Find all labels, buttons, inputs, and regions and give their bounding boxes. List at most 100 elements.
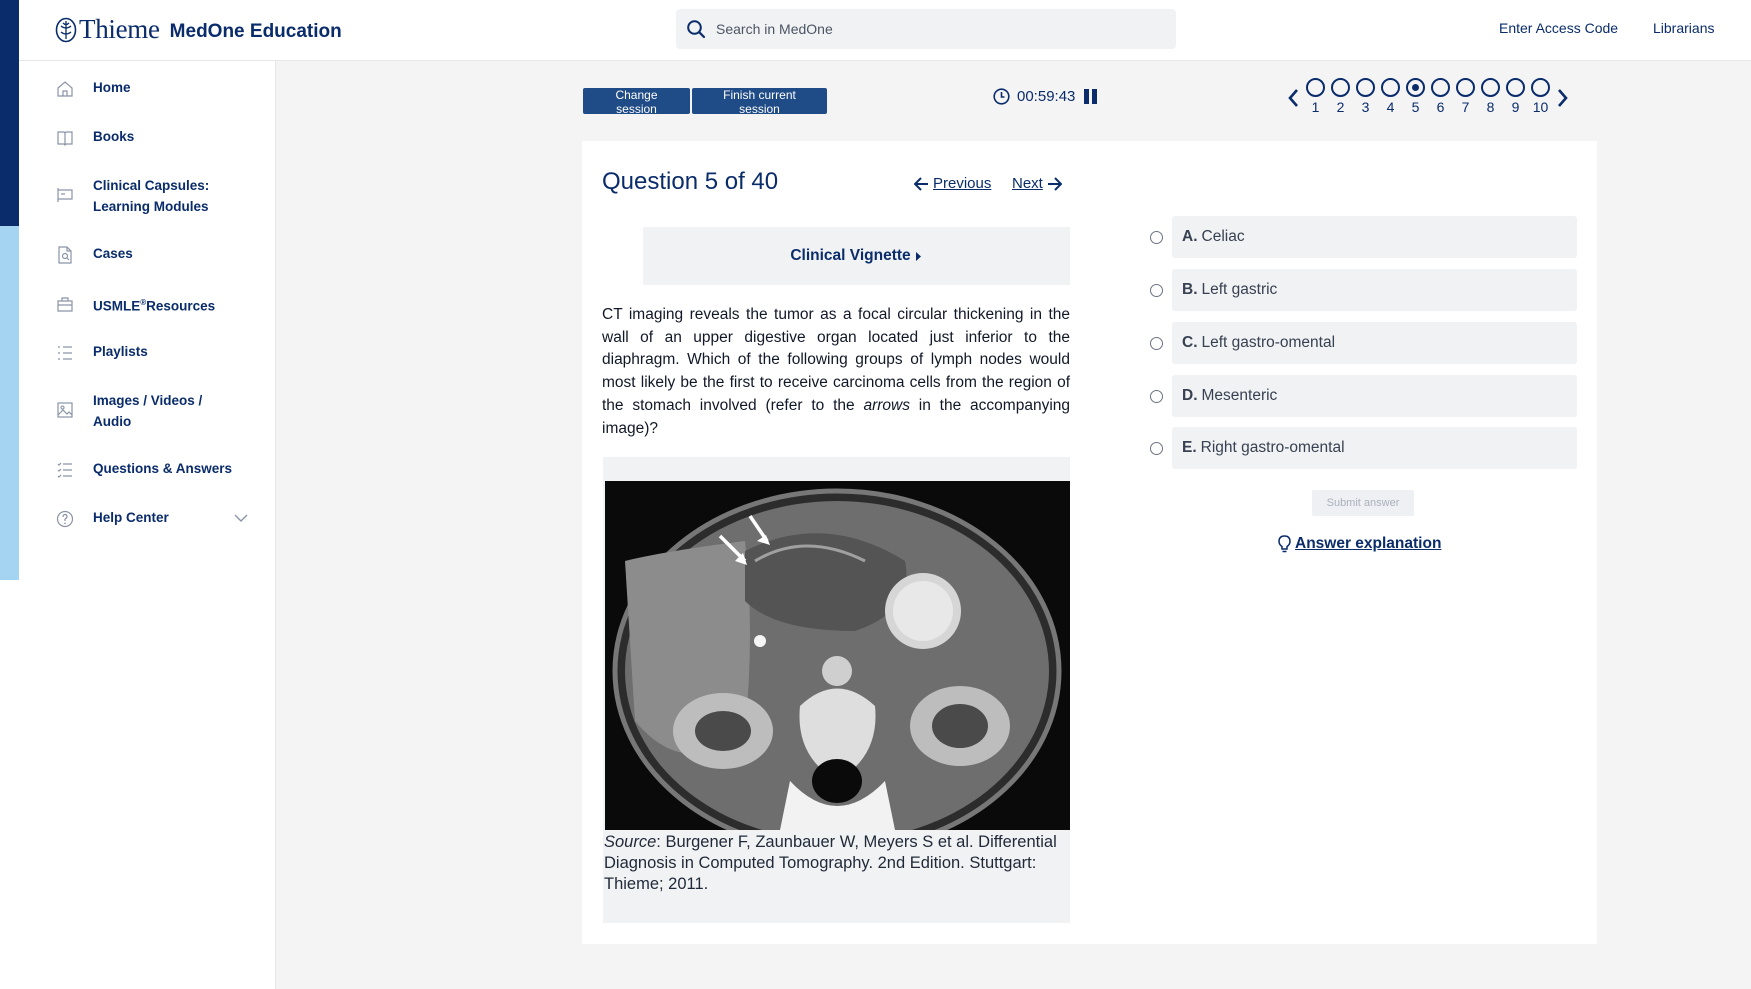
answer-option-d[interactable]: D. Mesenteric bbox=[1145, 375, 1577, 417]
answer-option-a[interactable]: A. Celiac bbox=[1145, 216, 1577, 258]
accent-bar-dark bbox=[0, 0, 19, 226]
answer-letter: A. bbox=[1182, 228, 1198, 245]
stem-emphasis: arrows bbox=[863, 396, 910, 414]
answer-box[interactable]: C. Left gastro-omental bbox=[1172, 322, 1577, 364]
book-icon bbox=[57, 131, 73, 146]
answer-option-b[interactable]: B. Left gastric bbox=[1145, 269, 1577, 311]
question-bubble-4[interactable]: 4 bbox=[1378, 78, 1403, 115]
question-bubble-8[interactable]: 8 bbox=[1478, 78, 1503, 115]
label-line-2: Learning Modules bbox=[93, 199, 209, 214]
source-text: : Burgener F, Zaunbauer W, Meyers S et a… bbox=[604, 833, 1057, 893]
accent-bar bbox=[0, 0, 19, 989]
session-timer: 00:59:43 bbox=[993, 88, 1098, 105]
sidebar-item-label: Help Center bbox=[93, 510, 169, 525]
question-bubble-7[interactable]: 7 bbox=[1453, 78, 1478, 115]
usmle-label: USMLE bbox=[93, 298, 141, 314]
pause-bar bbox=[1084, 89, 1090, 104]
briefcase-icon bbox=[57, 297, 73, 312]
question-bubble-9[interactable]: 9 bbox=[1503, 78, 1528, 115]
caret-right-icon bbox=[915, 251, 921, 261]
answer-box[interactable]: E. Right gastro-omental bbox=[1172, 427, 1577, 469]
answer-box[interactable]: D. Mesenteric bbox=[1172, 375, 1577, 417]
sidebar-item-label: Playlists bbox=[93, 344, 148, 359]
question-bubble-ring bbox=[1481, 78, 1500, 97]
ct-scan-image[interactable] bbox=[605, 481, 1070, 830]
change-session-button[interactable]: Change session bbox=[583, 88, 690, 116]
answer-radio[interactable] bbox=[1150, 231, 1163, 244]
thieme-seal-icon bbox=[55, 17, 77, 42]
answer-explanation-link[interactable]: Answer explanation bbox=[1278, 535, 1441, 553]
question-bubble-3[interactable]: 3 bbox=[1353, 78, 1378, 115]
checklist-icon bbox=[57, 462, 72, 478]
question-bubble-ring bbox=[1506, 78, 1525, 97]
pause-button[interactable] bbox=[1084, 89, 1098, 104]
question-bubble-number: 5 bbox=[1411, 99, 1420, 115]
answer-radio[interactable] bbox=[1150, 337, 1163, 350]
finish-session-button[interactable]: Finish current session bbox=[692, 88, 827, 116]
librarians-link[interactable]: Librarians bbox=[1653, 20, 1714, 36]
figure-source-caption: Source: Burgener F, Zaunbauer W, Meyers … bbox=[604, 832, 1070, 895]
product-name: MedOne Education bbox=[169, 20, 342, 42]
question-bubble-ring bbox=[1456, 78, 1475, 97]
answer-radio[interactable] bbox=[1150, 390, 1163, 403]
prev-page-button[interactable] bbox=[1283, 78, 1303, 118]
question-bubble-number: 9 bbox=[1511, 99, 1520, 115]
question-bubble-number: 6 bbox=[1436, 99, 1445, 115]
chevron-down-icon[interactable] bbox=[234, 511, 248, 525]
resources-label: Resources bbox=[146, 298, 216, 314]
thieme-logo[interactable]: Thieme MedOne Education bbox=[55, 14, 342, 45]
submit-answer-button[interactable]: Submit answer bbox=[1312, 490, 1414, 516]
enter-access-code-link[interactable]: Enter Access Code bbox=[1499, 20, 1618, 36]
question-bubble-10[interactable]: 10 bbox=[1528, 78, 1553, 115]
answer-letter: C. bbox=[1182, 334, 1198, 351]
answer-letter: D. bbox=[1182, 387, 1198, 404]
answer-explanation-label: Answer explanation bbox=[1295, 535, 1442, 552]
question-bubble-number: 1 bbox=[1311, 99, 1320, 115]
question-bubble-2[interactable]: 2 bbox=[1328, 78, 1353, 115]
image-icon bbox=[57, 402, 73, 418]
question-bubble-number: 8 bbox=[1486, 99, 1495, 115]
answer-text: Mesenteric bbox=[1201, 387, 1278, 404]
label-line-1: Clinical Capsules: bbox=[93, 178, 210, 193]
answer-option-c[interactable]: C. Left gastro-omental bbox=[1145, 322, 1577, 364]
clock-icon bbox=[993, 88, 1010, 105]
sidebar-item-label: Home bbox=[93, 80, 131, 95]
arrow-left-icon bbox=[914, 176, 928, 191]
question-bubble-5[interactable]: 5 bbox=[1403, 78, 1428, 115]
answer-option-e[interactable]: E. Right gastro-omental bbox=[1145, 427, 1577, 469]
sidebar-item-label: Cases bbox=[93, 246, 133, 261]
top-header: Thieme MedOne Education Enter Access Cod… bbox=[19, 0, 1751, 61]
question-bubble-6[interactable]: 6 bbox=[1428, 78, 1453, 115]
brand-name: Thieme bbox=[79, 14, 160, 44]
previous-question-link[interactable]: Previous bbox=[914, 175, 991, 192]
question-bubble-1[interactable]: 1 bbox=[1303, 78, 1328, 115]
label-line-1: Images / Videos / bbox=[93, 393, 203, 408]
previous-label: Previous bbox=[933, 175, 992, 192]
answer-letter: E. bbox=[1182, 439, 1197, 456]
sidebar: Home Books Clinical Capsules: Learning Mo… bbox=[19, 61, 276, 989]
presentation-icon bbox=[57, 188, 73, 202]
question-bubble-ring bbox=[1406, 78, 1425, 97]
question-bubbles: 1 2 3 4 5 6 7 8 9 10 bbox=[1303, 78, 1553, 115]
sidebar-item-label: Clinical Capsules: Learning Modules bbox=[93, 175, 243, 217]
home-icon bbox=[57, 81, 73, 97]
answer-radio[interactable] bbox=[1150, 284, 1163, 297]
question-circle-icon bbox=[56, 510, 74, 528]
clinical-vignette-toggle[interactable]: Clinical Vignette bbox=[643, 227, 1070, 285]
answer-text: Celiac bbox=[1201, 228, 1245, 245]
next-question-link[interactable]: Next bbox=[1012, 175, 1062, 192]
answer-radio[interactable] bbox=[1150, 442, 1163, 455]
answer-letter: B. bbox=[1182, 281, 1198, 298]
question-bubble-ring bbox=[1356, 78, 1375, 97]
lightbulb-icon bbox=[1278, 535, 1291, 553]
next-page-button[interactable] bbox=[1553, 78, 1573, 118]
answer-box[interactable]: B. Left gastric bbox=[1172, 269, 1577, 311]
answer-text: Left gastro-omental bbox=[1201, 334, 1336, 351]
sidebar-item-label: Books bbox=[93, 129, 135, 144]
vignette-label: Clinical Vignette bbox=[790, 247, 911, 264]
sidebar-item-label: Questions & Answers bbox=[93, 461, 233, 476]
search-input[interactable] bbox=[716, 21, 1136, 37]
search-bar[interactable] bbox=[676, 9, 1176, 49]
answer-box[interactable]: A. Celiac bbox=[1172, 216, 1577, 258]
question-bubble-number: 3 bbox=[1361, 99, 1370, 115]
